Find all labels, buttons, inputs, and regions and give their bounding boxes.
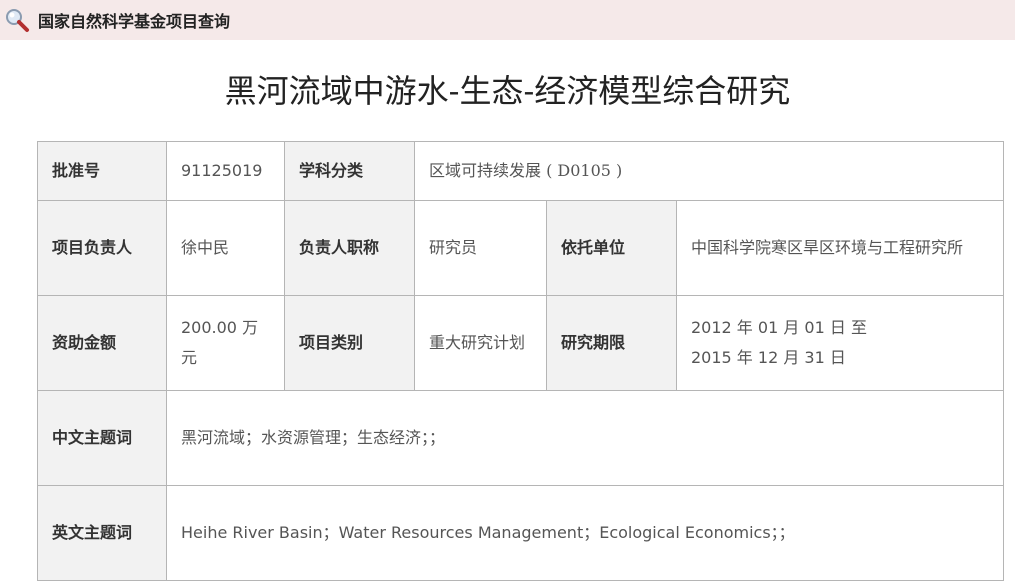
period-end: 2015 年 12 月 31 日 bbox=[691, 348, 846, 367]
category-label: 项目类别 bbox=[284, 295, 415, 391]
funding-label: 资助金额 bbox=[37, 295, 167, 391]
period-value: 2012 年 01 月 01 日 至 2015 年 12 月 31 日 bbox=[675, 295, 1005, 391]
page-title: 黑河流域中游水-生态-经济模型综合研究 bbox=[224, 72, 791, 110]
pi-title-value: 研究员 bbox=[414, 200, 547, 296]
en-keywords-label: 英文主题词 bbox=[37, 485, 167, 581]
cn-keywords-label: 中文主题词 bbox=[37, 390, 167, 486]
period-start: 2012 年 01 月 01 日 至 bbox=[691, 318, 867, 337]
period-label: 研究期限 bbox=[546, 295, 677, 391]
pi-title-label: 负责人职称 bbox=[284, 200, 415, 296]
header-title: 国家自然科学基金项目查询 bbox=[38, 12, 231, 31]
en-keywords-value: Heihe River Basin；Water Resources Manage… bbox=[165, 485, 1005, 581]
discipline-label: 学科分类 bbox=[284, 141, 415, 201]
search-icon[interactable] bbox=[4, 7, 30, 33]
institution-value: 中国科学院寒区旱区环境与工程研究所 bbox=[675, 200, 1005, 296]
approval-no-label: 批准号 bbox=[37, 141, 167, 201]
table-row: 批准号 91125019 学科分类 区域可持续发展 ( D0105 ) bbox=[37, 141, 1005, 201]
cn-keywords-value: 黑河流域；水资源管理；生态经济；； bbox=[165, 390, 1005, 486]
category-value: 重大研究计划 bbox=[414, 295, 547, 391]
table-row: 项目负责人 徐中民 负责人职称 研究员 依托单位 中国科学院寒区旱区环境与工程研… bbox=[37, 200, 1005, 296]
discipline-value: 区域可持续发展 ( D0105 ) bbox=[413, 141, 1005, 201]
pi-value: 徐中民 bbox=[166, 200, 285, 296]
table-row: 英文主题词 Heihe River Basin；Water Resources … bbox=[37, 485, 1005, 581]
table-row: 中文主题词 黑河流域；水资源管理；生态经济；； bbox=[37, 390, 1005, 486]
funding-value: 200.00 万元 bbox=[166, 295, 285, 391]
header-bar: 国家自然科学基金项目查询 bbox=[0, 0, 1015, 40]
institution-label: 依托单位 bbox=[546, 200, 677, 296]
pi-label: 项目负责人 bbox=[37, 200, 167, 296]
project-info-table: 批准号 91125019 学科分类 区域可持续发展 ( D0105 ) 项目负责… bbox=[37, 141, 1005, 581]
table-row: 资助金额 200.00 万元 项目类别 重大研究计划 研究期限 2012 年 0… bbox=[37, 295, 1005, 391]
approval-no-value: 91125019 bbox=[166, 141, 285, 201]
